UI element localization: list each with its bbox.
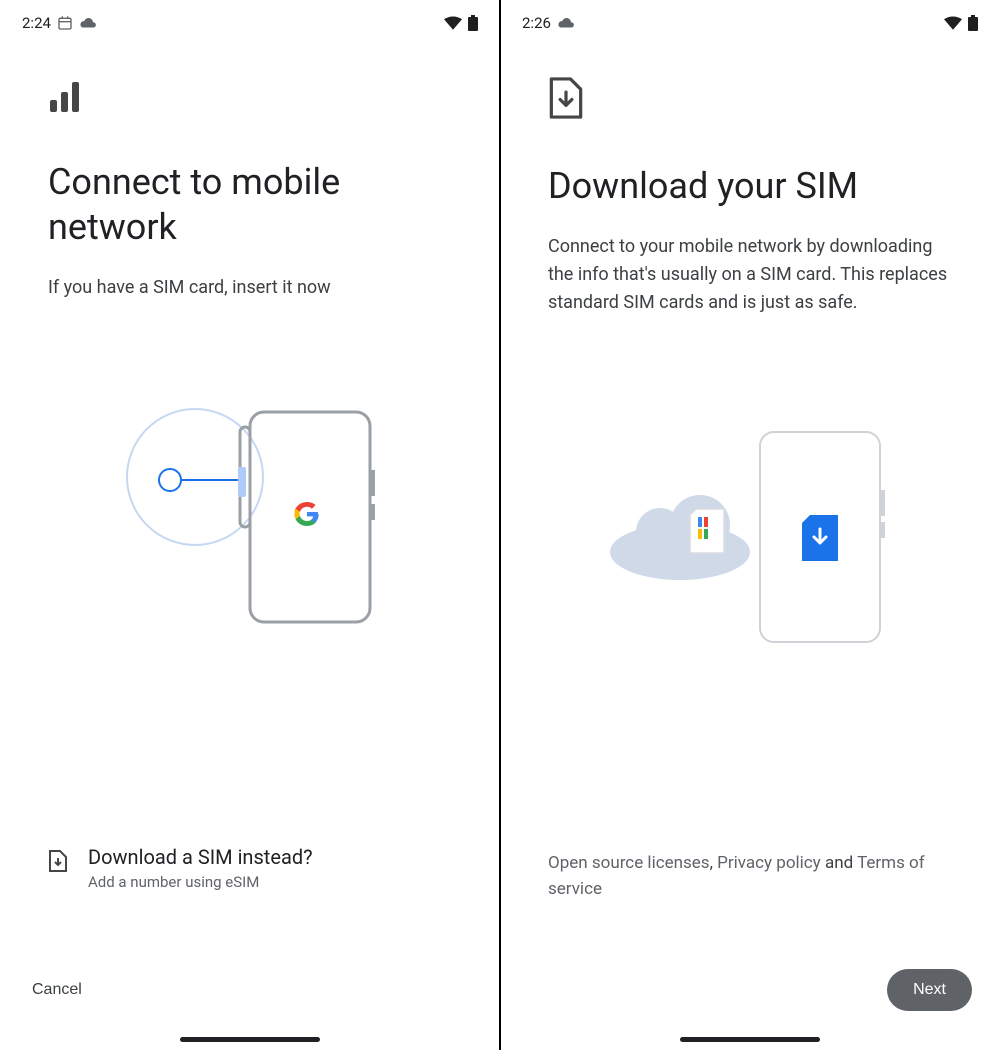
privacy-policy-link[interactable]: Privacy policy	[717, 853, 821, 873]
download-sim-option[interactable]: Download a SIM instead? Add a number usi…	[0, 845, 500, 891]
page-title: Connect to mobile network	[48, 160, 452, 250]
cloud-icon	[557, 16, 575, 30]
gesture-nav-bar[interactable]	[180, 1037, 320, 1042]
sim-download-icon	[48, 849, 68, 877]
option-subtitle: Add a number using eSIM	[88, 873, 313, 891]
battery-icon	[468, 15, 478, 31]
status-time: 2:26	[522, 14, 551, 32]
wifi-icon	[444, 16, 462, 30]
page-title: Download your SIM	[548, 164, 952, 209]
open-source-link[interactable]: Open source licenses	[548, 853, 710, 873]
signal-bars-icon	[48, 76, 452, 120]
cloud-icon	[79, 16, 97, 30]
option-title: Download a SIM instead?	[88, 845, 313, 869]
cancel-button[interactable]: Cancel	[28, 971, 86, 1009]
sim-insert-illustration	[48, 342, 452, 662]
next-button[interactable]: Next	[887, 969, 972, 1011]
status-time: 2:24	[22, 14, 51, 32]
calendar-icon	[57, 15, 73, 31]
sim-download-icon	[548, 76, 952, 124]
page-subtitle: Connect to your mobile network by downlo…	[548, 233, 952, 317]
legal-links: Open source licenses, Privacy policy and…	[548, 850, 952, 903]
status-bar: 2:26	[500, 0, 1000, 36]
page-subtitle: If you have a SIM card, insert it now	[48, 274, 452, 302]
esim-download-illustration	[548, 357, 952, 677]
screen-download-sim: 2:26 Download your SIM Connect to your m…	[500, 0, 1000, 1050]
screen-connect-mobile-network: 2:24 Connect to mobile	[0, 0, 500, 1050]
wifi-icon	[944, 16, 962, 30]
status-bar: 2:24	[0, 0, 500, 36]
battery-icon	[968, 15, 978, 31]
gesture-nav-bar[interactable]	[680, 1037, 820, 1042]
